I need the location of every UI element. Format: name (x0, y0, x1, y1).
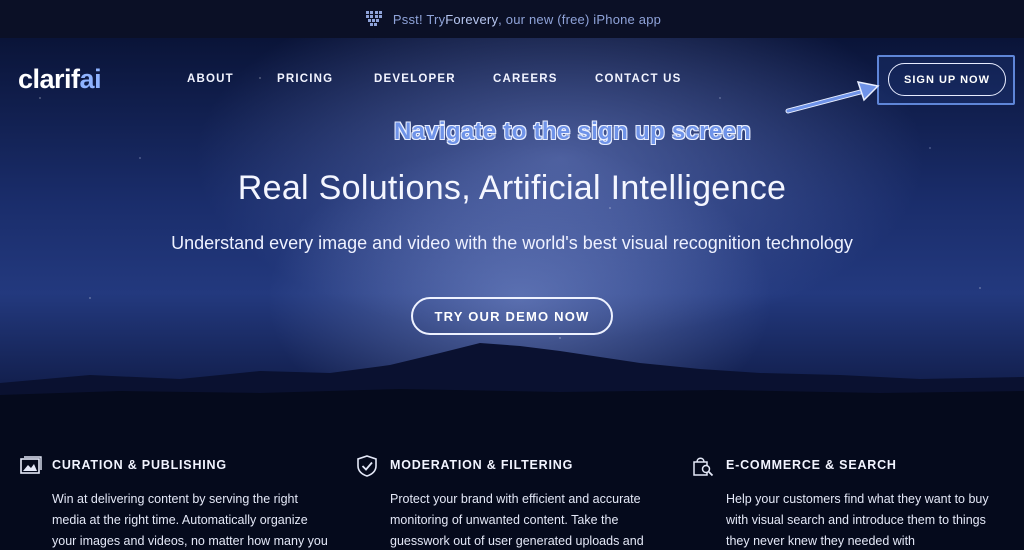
feature-line: guesswork out of user generated uploads … (390, 534, 644, 548)
hero-section: clarifai ABOUT PRICING DEVELOPER CAREERS… (0, 38, 1024, 403)
nav-careers[interactable]: CAREERS (493, 73, 558, 85)
feature-line: media at the right time. Automatically o… (52, 513, 308, 527)
feature-line: Help your customers find what they want … (726, 492, 989, 506)
arrow-icon (785, 81, 880, 114)
nav-pricing[interactable]: PRICING (277, 73, 333, 85)
instruction-annotation: Navigate to the sign up screen (394, 118, 752, 145)
feature-line: your images and videos, no matter how ma… (52, 534, 328, 548)
feature-title: CURATION & PUBLISHING (52, 458, 227, 472)
nav-about[interactable]: ABOUT (187, 73, 234, 85)
promo-suffix: , our new (free) iPhone app (498, 11, 662, 27)
shield-check-icon (357, 455, 377, 477)
image-icon (20, 456, 42, 474)
forevery-link[interactable]: Forevery (445, 12, 498, 27)
feature-title: E-COMMERCE & SEARCH (726, 458, 897, 472)
promo-prefix: Psst! Try (392, 11, 446, 27)
hero-subhead: Understand every image and video with th… (171, 233, 853, 253)
feature-title: MODERATION & FILTERING (390, 458, 574, 472)
feature-line: Protect your brand with efficient and ac… (390, 492, 641, 506)
heart-pixel-icon (365, 11, 382, 26)
feature-line: they never knew they needed with (726, 534, 916, 548)
feature-description: Win at delivering content by serving the… (52, 489, 342, 550)
nav-contact-us[interactable]: CONTACT US (595, 73, 682, 85)
features-section: CURATION & PUBLISHING Win at delivering … (0, 403, 1024, 550)
feature-description: Help your customers find what they want … (726, 489, 1016, 550)
hero-headline: Real Solutions, Artificial Intelligence (237, 169, 787, 207)
promo-banner: Psst! Try Forevery , our new (free) iPho… (0, 0, 1024, 38)
feature-line: monitoring of unwanted content. Take the (390, 513, 619, 527)
nav-developer[interactable]: DEVELOPER (374, 73, 456, 85)
feature-description: Protect your brand with efficient and ac… (390, 489, 680, 550)
try-demo-button[interactable]: TRY OUR DEMO NOW (411, 297, 613, 335)
feature-line: with visual search and introduce them to… (726, 513, 986, 527)
shopping-bag-search-icon (693, 457, 714, 477)
logo-accent: ai (79, 64, 102, 94)
logo-text: clarif (18, 64, 80, 94)
clarifai-logo[interactable]: clarifai (18, 64, 102, 95)
sign-up-button[interactable]: SIGN UP NOW (888, 63, 1006, 96)
feature-line: Win at delivering content by serving the… (52, 492, 298, 506)
